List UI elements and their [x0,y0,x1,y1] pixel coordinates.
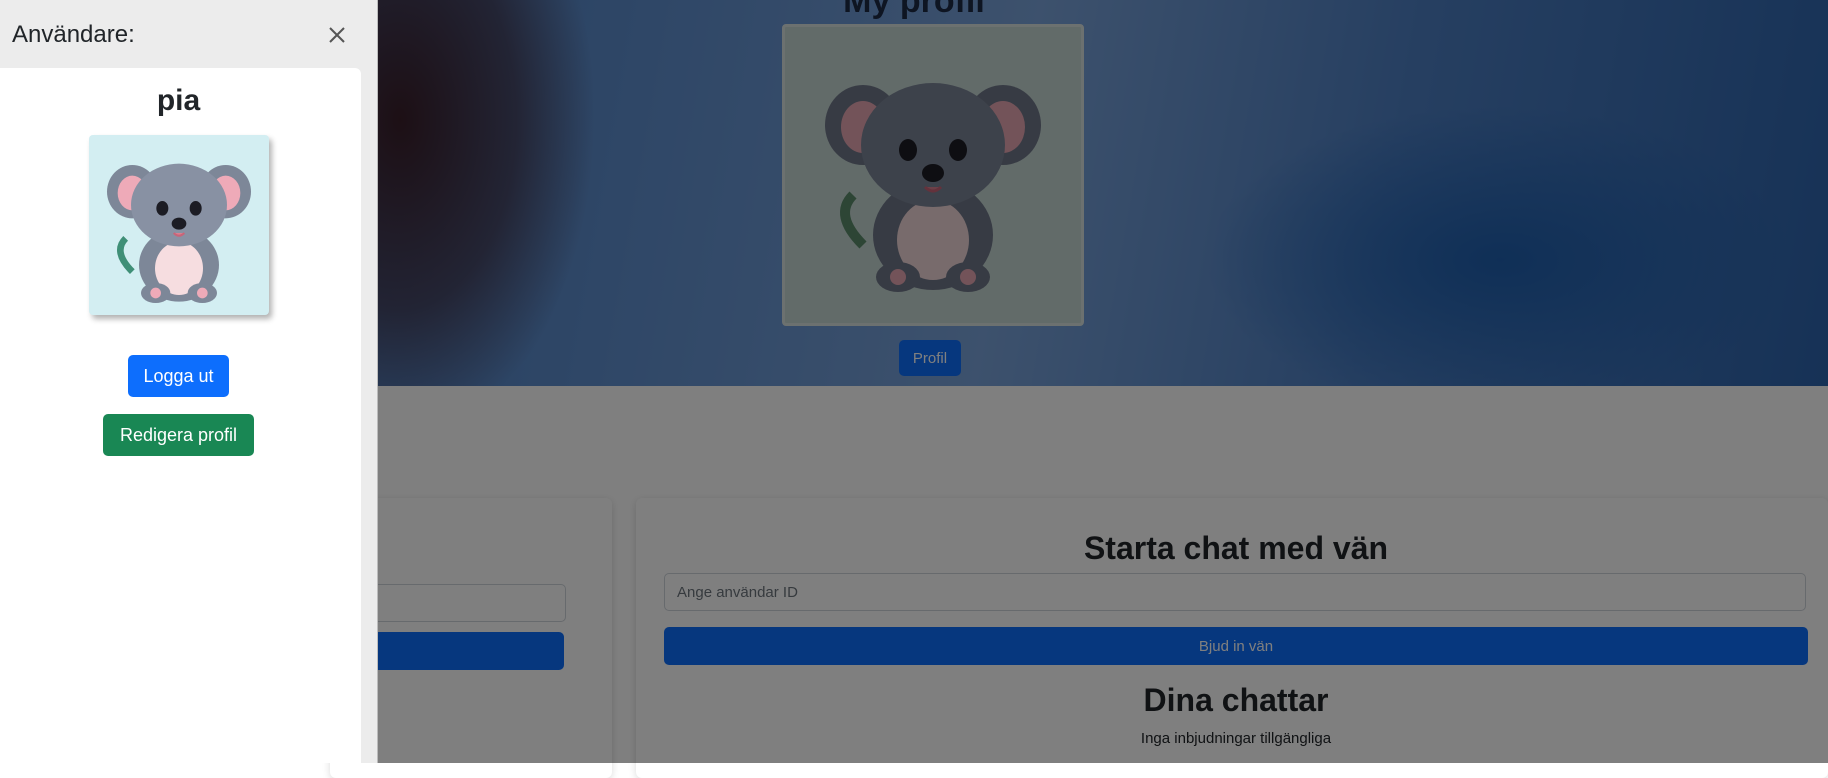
offcanvas-header: Användare: [0,0,377,68]
logout-button[interactable]: Logga ut [128,355,229,397]
offcanvas-title: Användare: [12,21,135,48]
koala-avatar-icon [107,163,251,303]
close-icon [329,27,345,43]
avatar [89,135,269,315]
edit-profile-button[interactable]: Redigera profil [103,414,254,456]
username: pia [156,84,201,117]
offcanvas-body: pia Logga ut Redigera profil [0,68,361,763]
close-button[interactable] [322,20,352,50]
user-offcanvas: Användare: pia Logga ut Redigera profil [0,0,378,763]
